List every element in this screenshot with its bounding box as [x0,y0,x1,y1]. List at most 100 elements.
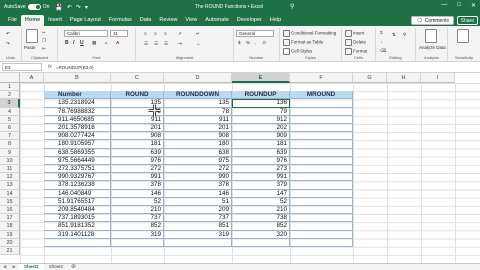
table-cell-rounddown[interactable]: 78 [164,107,232,116]
tab-review[interactable]: Review [155,15,181,26]
table-cell-roundup[interactable]: 738 [232,214,290,223]
table-cell-mround[interactable] [290,99,353,108]
row-header-17[interactable]: 17 [0,214,20,223]
table-cell-number[interactable]: 319.1401128 [44,230,111,239]
table-cell-number[interactable]: 78.76988832 [44,107,111,116]
tab-file[interactable]: File [4,15,21,26]
align-center-icon[interactable]: ☰ [154,41,158,47]
table-cell-rounddown[interactable]: 378 [164,181,232,190]
align-bottom-icon[interactable]: ≡ [164,31,167,36]
table-cell-mround[interactable] [290,165,353,174]
italic-icon[interactable]: I [73,40,74,46]
format-painter-icon[interactable]: ✏ [42,46,46,52]
table-cell-round[interactable]: 210 [111,206,164,215]
table-cell-round[interactable]: 52 [111,197,164,206]
decimal-icon[interactable]: .0 [262,40,266,45]
table-cell-round[interactable]: 976 [111,156,164,165]
column-header-g[interactable]: G [353,73,387,83]
table-cell-roundup[interactable]: 320 [232,230,290,239]
table-cell-mround[interactable] [290,181,353,190]
format-as-table-button[interactable]: Format as Table [283,39,323,46]
accounting-icon[interactable]: $ [238,40,241,45]
row-header-6[interactable]: 6 [0,124,20,133]
table-cell-rounddown[interactable]: 908 [164,132,232,141]
table-cell-mround[interactable] [290,222,353,231]
share-button[interactable]: Share [456,16,478,25]
customize-qa-icon[interactable]: ▾ [85,4,88,11]
row-header-15[interactable]: 15 [0,197,20,206]
close-icon[interactable]: ✕ [471,2,476,9]
table-cell-number[interactable]: 851.9181352 [44,222,111,231]
row-header-7[interactable]: 7 [0,132,20,141]
table-cell-roundup[interactable]: 202 [232,124,290,133]
undo-icon[interactable]: ↶ [67,4,72,11]
comments-button[interactable]: 🗨 Comments [411,16,454,25]
table-cell-roundup[interactable]: 52 [232,197,290,206]
table-cell-number[interactable]: 378.1236238 [44,181,111,190]
table-cell-mround[interactable] [290,206,353,215]
column-header-h[interactable]: H [387,73,421,83]
autosum-icon[interactable]: Σ [380,30,383,35]
table-cell-roundup[interactable]: 147 [232,189,290,198]
table-cell-rounddown[interactable] [164,238,232,247]
align-top-icon[interactable]: ≡ [144,31,147,36]
name-box[interactable]: E3 [2,63,42,71]
align-left-icon[interactable]: ☰ [144,41,148,47]
table-cell-roundup[interactable]: 909 [232,132,290,141]
table-cell-roundup[interactable]: 210 [232,206,290,215]
tab-insert[interactable]: Insert [44,15,66,26]
table-cell-number[interactable]: 209.8540484 [44,206,111,215]
column-header-f[interactable]: F [290,73,353,83]
sheet-tab-sheet2[interactable]: Sheet2 [44,264,68,270]
table-cell-number[interactable]: 201.3578918 [44,124,111,133]
sort-filter-icon[interactable]: ⇅ [392,32,396,38]
autosave-switch[interactable] [27,4,41,10]
table-cell-round[interactable]: 852 [111,222,164,231]
fill-icon[interactable]: ↓ [380,39,382,44]
table-cell-round[interactable]: 146 [111,189,164,198]
font-size-dropdown[interactable]: 11 [110,30,128,37]
maximize-icon[interactable]: □ [457,2,461,9]
column-header-b[interactable]: B [44,73,111,83]
table-cell-rounddown[interactable]: 180 [164,140,232,149]
table-cell-mround[interactable] [290,214,353,223]
column-header-c[interactable]: C [111,73,164,83]
table-cell-number[interactable]: 638.5869355 [44,148,111,157]
fill-color-icon[interactable]: ▲ [104,40,108,45]
redo-icon[interactable]: ↷ [76,4,81,11]
delete-cells-button[interactable]: Delete [345,39,366,46]
font-name-dropdown[interactable]: Calibri [64,30,108,37]
table-cell-mround[interactable] [290,173,353,182]
find-select-icon[interactable]: ⚲ [403,32,406,38]
table-cell-mround[interactable] [290,124,353,133]
table-cell-mround[interactable] [290,197,353,206]
row-header-10[interactable]: 10 [0,156,20,165]
table-cell-number[interactable]: 990.9329767 [44,173,111,182]
table-cell-rounddown[interactable]: 51 [164,197,232,206]
percent-icon[interactable]: % [246,40,250,45]
comma-icon[interactable]: , [255,40,256,45]
number-format-dropdown[interactable]: General [236,30,274,37]
row-header-16[interactable]: 16 [0,206,20,215]
tab-automate[interactable]: Automate [201,15,233,26]
orientation-icon[interactable]: ↗ [178,31,182,37]
table-cell-round[interactable]: 639 [111,148,164,157]
format-cells-button[interactable]: Format [345,48,367,55]
select-all-corner[interactable] [0,73,20,83]
table-cell-rounddown[interactable]: 209 [164,206,232,215]
sensitivity-icon[interactable] [457,29,469,43]
row-header-18[interactable]: 18 [0,222,20,231]
table-cell-round[interactable]: 272 [111,165,164,174]
table-cell-roundup[interactable]: 136 [232,99,290,108]
table-cell-rounddown[interactable]: 638 [164,148,232,157]
column-header-i[interactable]: I [421,73,455,83]
borders-icon[interactable]: ▦ [92,40,96,46]
copy-icon[interactable]: ❐ [42,38,46,44]
table-cell-round[interactable]: 911 [111,115,164,124]
header-cell-round[interactable]: ROUND [111,91,164,100]
table-cell-number[interactable]: 911.4650685 [44,115,111,124]
clear-icon[interactable]: ⌫ [380,48,386,54]
table-cell-roundup[interactable]: 79 [232,107,290,116]
table-cell-round[interactable]: 319 [111,230,164,239]
row-header-13[interactable]: 13 [0,181,20,190]
